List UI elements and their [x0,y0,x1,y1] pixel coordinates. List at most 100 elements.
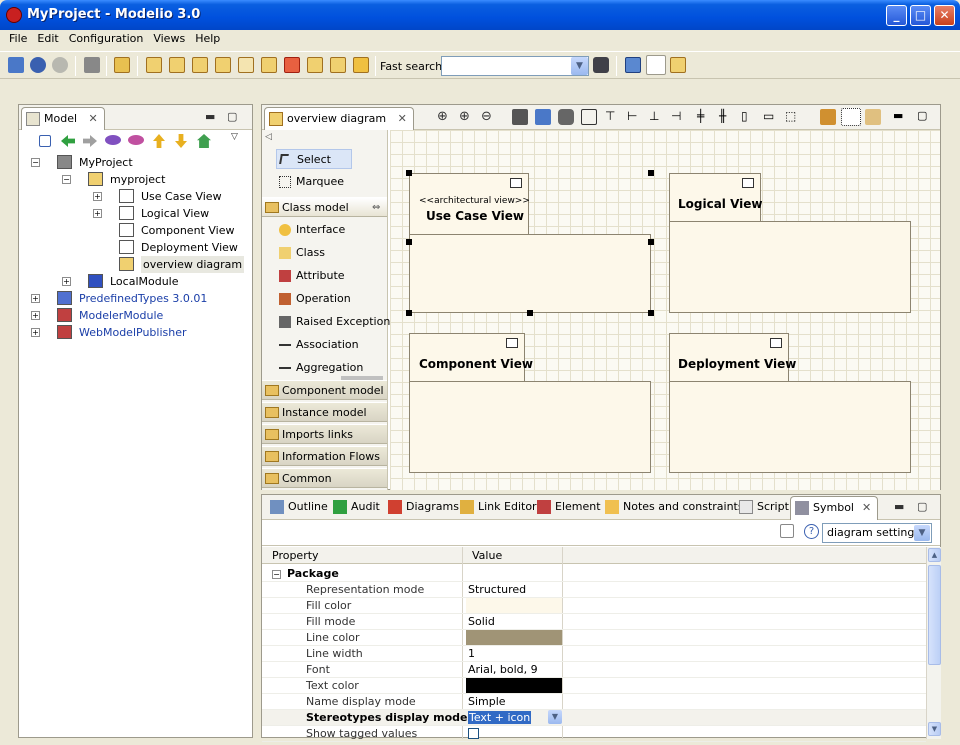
layers-icon[interactable] [865,109,881,125]
diagram-settings-select[interactable]: diagram settings ▼ [822,523,932,543]
diagram-icon-8[interactable] [307,57,323,73]
maximize-button[interactable]: □ [910,5,931,26]
home-icon[interactable] [197,134,211,148]
save-icon[interactable] [8,57,24,73]
tree-item[interactable]: overview diagram [19,256,252,273]
align-center-icon[interactable]: ╫ [719,109,726,123]
tools-icon[interactable] [84,57,100,73]
maximize-view-icon[interactable]: ▢ [917,109,927,122]
scroll-down-icon[interactable]: ▼ [928,722,941,736]
zoom-in-icon[interactable]: ⊕ [437,109,448,124]
fit-size-icon[interactable]: ⬚ [785,109,796,123]
actor-icon[interactable] [353,57,369,73]
palette-tool[interactable]: Operation [276,289,351,309]
align-left-icon[interactable]: ⊢ [627,109,637,123]
diagram-icon-1[interactable] [146,57,162,73]
binoculars-icon[interactable] [593,57,609,73]
zoom-fit-icon[interactable]: ⊕ [459,109,470,124]
properties-scrollbar[interactable]: ▲ ▼ [926,547,941,739]
minimize-view-icon[interactable]: ▬ [894,500,904,513]
grid-toggle-icon[interactable] [841,108,861,126]
maximize-view-icon[interactable]: ▢ [227,110,237,123]
close-tab-icon[interactable]: ✕ [862,501,871,514]
minimize-view-icon[interactable]: ▬ [205,110,215,123]
property-row[interactable]: Fill mode Solid [262,614,926,630]
property-row[interactable]: Line width 1 [262,646,926,662]
create-package-icon[interactable] [114,57,130,73]
diagram-icon-7[interactable] [284,57,300,73]
palette-drawer[interactable]: Instance model [262,402,387,422]
palette-tool[interactable]: Aggregation [276,358,363,378]
tab-script[interactable]: Script [739,500,789,514]
back-arrow-icon[interactable] [61,135,75,147]
property-row[interactable]: Text color [262,678,926,694]
palette-tool[interactable]: Attribute [276,266,345,286]
zoom-out-icon[interactable]: ⊖ [481,109,492,124]
perspective-diagram-icon[interactable] [670,57,686,73]
selection-handle[interactable] [406,310,412,316]
tab-symbol[interactable]: Symbol ✕ [790,496,879,520]
menu-help[interactable]: Help [190,30,225,50]
expand-icon[interactable]: + [31,294,40,303]
tab-notes-and-constraints[interactable]: Notes and constraints [605,500,744,514]
distribute-v-icon[interactable]: ▭ [763,109,774,123]
menu-edit[interactable]: Edit [32,30,63,50]
pin-drawer-icon[interactable]: ⇔ [372,198,380,217]
property-value[interactable]: Solid [466,614,562,629]
tab-audit[interactable]: Audit [333,500,380,514]
tab-model[interactable]: Model ✕ [21,107,105,130]
package-logical-view-body[interactable] [669,221,911,313]
close-tab-icon[interactable]: ✕ [89,112,98,125]
menu-configuration[interactable]: Configuration [64,30,149,50]
package-deployment-view-body[interactable] [669,381,911,473]
menu-file[interactable]: File [4,30,32,50]
property-value[interactable]: Simple [466,694,562,709]
align-right-icon[interactable]: ⊣ [671,109,681,123]
maximize-view-icon[interactable]: ▢ [917,500,927,513]
palette-collapse-icon[interactable]: ◁ [265,132,272,142]
tree-item[interactable]: − myproject [19,171,252,188]
tree-item[interactable]: Deployment View [19,239,252,256]
property-value[interactable]: Text + icon ▼ [466,710,562,725]
palette-select-tool[interactable]: Select [276,149,352,169]
property-row[interactable]: Fill color [262,598,926,614]
tree-item[interactable]: + ModelerModule [19,307,252,324]
package-use-case-view-body[interactable] [409,234,651,313]
property-row[interactable]: Stereotypes display mode Text + icon ▼ [262,710,926,726]
close-button[interactable]: ✕ [934,5,955,26]
column-property[interactable]: Property [272,549,319,562]
selection-handle[interactable] [406,239,412,245]
property-row[interactable]: Line color [262,630,926,646]
palette-drawer[interactable]: Common [262,468,387,488]
palette-tool[interactable]: Association [276,335,359,355]
print-icon[interactable] [512,109,528,125]
palette-tool[interactable]: Raised Exception [276,312,390,332]
tab-element[interactable]: Element [537,500,601,514]
tree-item[interactable]: Component View [19,222,252,239]
minimize-button[interactable]: _ [886,5,907,26]
help-icon[interactable]: ? [804,524,819,539]
align-middle-icon[interactable]: ╪ [697,109,704,123]
selection-handle[interactable] [527,310,533,316]
selection-handle[interactable] [648,170,654,176]
show-tagged-values-checkbox[interactable] [468,728,479,739]
menu-views[interactable]: Views [148,30,190,50]
tab-outline[interactable]: Outline [270,500,328,514]
palette-drawer[interactable]: Information Flows [262,446,387,466]
package-component-view-body[interactable] [409,381,651,473]
tree-item[interactable]: + Logical View [19,205,252,222]
selection-handle[interactable] [406,170,412,176]
expand-icon[interactable]: + [31,328,40,337]
undo-icon[interactable] [30,57,46,73]
palette-marquee-tool[interactable]: Marquee [276,172,344,192]
tab-overview-diagram[interactable]: overview diagram ✕ [264,107,414,130]
align-bottom-icon[interactable]: ⊥ [649,109,659,123]
collapse-icon[interactable]: − [31,158,40,167]
align-top-icon[interactable]: ⊤ [605,109,615,123]
palette-tool[interactable]: Class [276,243,325,263]
open-folder-icon[interactable] [625,57,641,73]
diagram-icon-3[interactable] [192,57,208,73]
property-section-package[interactable]: − Package [262,566,926,582]
collapse-icon[interactable]: − [62,175,71,184]
property-value[interactable]: Arial, bold, 9 [466,662,562,677]
